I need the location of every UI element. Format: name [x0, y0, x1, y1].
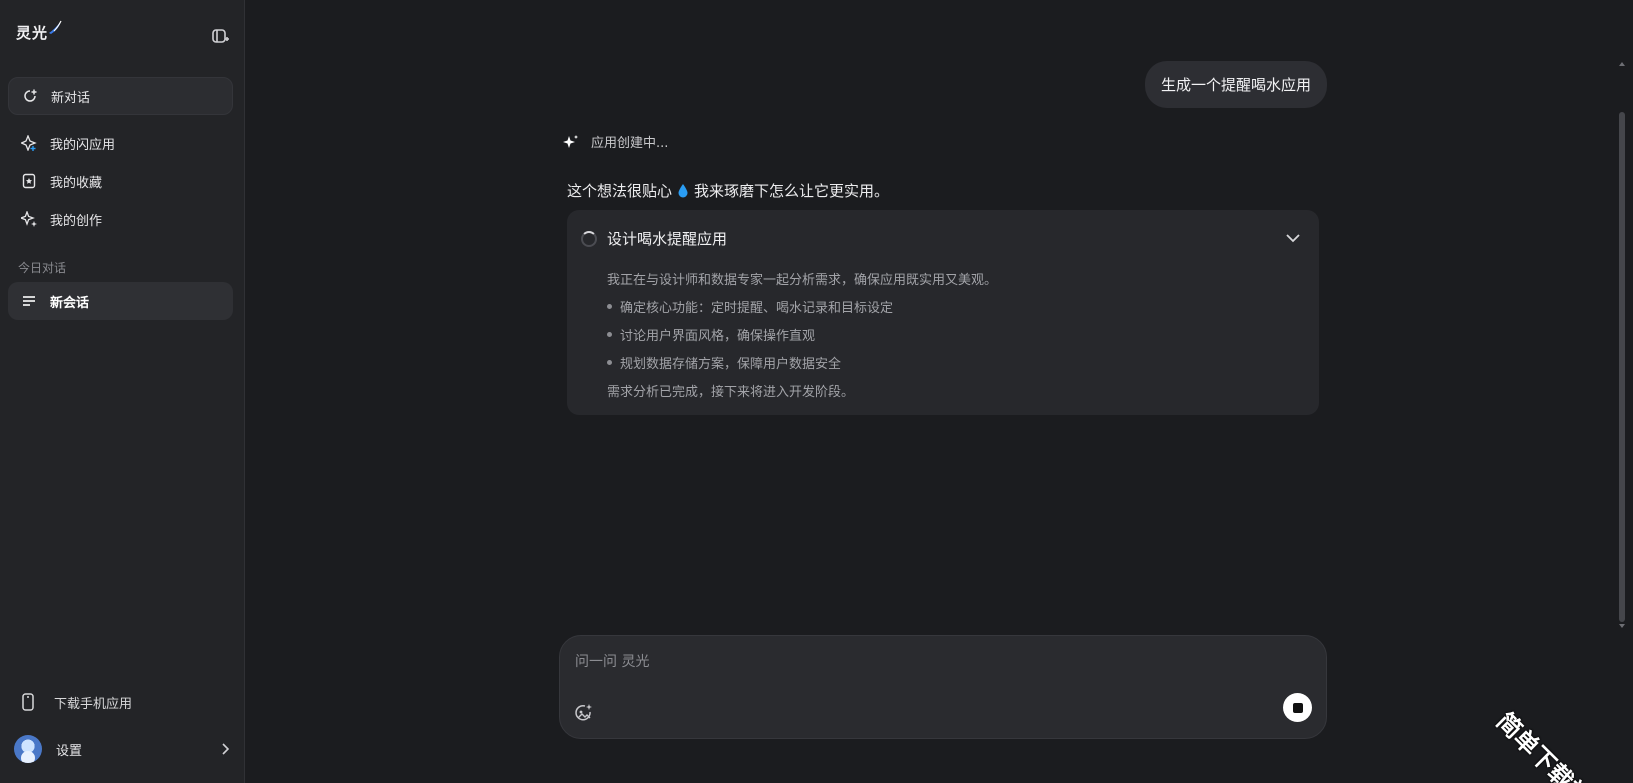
settings-button[interactable]: 设置 [14, 734, 232, 764]
sidebar-item-creations[interactable]: 我的创作 [8, 200, 233, 238]
reply-text-start: 这个想法很贴心 [567, 182, 673, 200]
new-chat-label: 新对话 [51, 90, 91, 106]
task-outro: 需求分析已完成，接下来将进入开发阶段。 [607, 384, 855, 400]
task-details: 我正在与设计师和数据专家一起分析需求，确保应用既实用又美观。 确定核心功能：定时… [607, 264, 997, 404]
water-drop-icon [678, 183, 688, 197]
task-bullet: 讨论用户界面风格，确保操作直观 [607, 320, 997, 348]
sidebar: 灵光 新对话 我的闪应用 我的收藏 我的创作 今日对话 新会话 下载手机应用 设… [0, 0, 245, 783]
sidebar-item-flash-apps[interactable]: 我的闪应用 [8, 124, 233, 162]
new-chat-icon [21, 87, 39, 105]
chevron-down-icon[interactable] [1285, 230, 1301, 246]
generation-status: 应用创建中... [563, 132, 668, 151]
settings-label: 设置 [56, 743, 83, 759]
status-text: 应用创建中... [591, 136, 669, 151]
download-app-button[interactable]: 下载手机应用 [18, 692, 132, 712]
session-label: 新会话 [50, 295, 90, 311]
user-message-text: 生成一个提醒喝水应用 [1160, 76, 1311, 94]
brand-swoosh-icon [49, 20, 62, 34]
scroll-up-arrow-icon[interactable] [1619, 60, 1625, 68]
sidebar-item-favorites[interactable]: 我的收藏 [8, 162, 233, 200]
sparkle-app-icon [20, 134, 38, 152]
message-composer [559, 635, 1327, 739]
chevron-right-icon [222, 743, 230, 755]
bookmark-icon [20, 172, 38, 190]
loading-spinner-icon [581, 230, 597, 247]
section-today-label: 今日对话 [18, 261, 67, 275]
stop-icon [1292, 702, 1303, 713]
scrollbar-thumb[interactable] [1619, 112, 1625, 622]
task-intro: 我正在与设计师和数据专家一起分析需求，确保应用既实用又美观。 [607, 272, 998, 288]
task-bullet: 确定核心功能：定时提醒、喝水记录和目标设定 [607, 292, 997, 320]
task-bullet: 规划数据存储方案，保障用户数据安全 [607, 348, 997, 376]
phone-icon [22, 693, 34, 711]
sparkle-icon [563, 134, 578, 148]
sidebar-item-label: 我的创作 [50, 213, 103, 229]
brand-logo[interactable]: 灵光 [16, 20, 64, 43]
reply-text-end: 我来琢磨下怎么让它更实用。 [694, 182, 890, 200]
task-title: 设计喝水提醒应用 [607, 230, 728, 248]
creation-icon [20, 210, 38, 228]
sidebar-session-item[interactable]: 新会话 [8, 282, 233, 320]
scroll-down-arrow-icon[interactable] [1619, 622, 1625, 630]
download-label: 下载手机应用 [54, 696, 133, 712]
sidebar-item-label: 我的闪应用 [50, 137, 116, 153]
new-chat-button[interactable]: 新对话 [8, 77, 233, 115]
avatar [14, 735, 42, 763]
watermark: 简单下载站 [1490, 707, 1596, 783]
user-message-bubble: 生成一个提醒喝水应用 [1144, 61, 1327, 108]
task-progress-card: 设计喝水提醒应用 我正在与设计师和数据专家一起分析需求，确保应用既实用又美观。 … [567, 210, 1319, 415]
brand-name: 灵光 [16, 24, 49, 42]
sidebar-item-label: 我的收藏 [50, 175, 103, 191]
toggle-sidebar-icon[interactable] [210, 26, 230, 46]
assistant-reply: 这个想法很贴心 我来琢磨下怎么让它更实用。 [567, 180, 889, 201]
task-header[interactable]: 设计喝水提醒应用 [581, 228, 727, 249]
message-input[interactable] [575, 650, 1275, 674]
list-icon [20, 292, 38, 310]
image-magic-icon[interactable] [574, 703, 594, 723]
stop-generation-button[interactable] [1283, 693, 1312, 722]
